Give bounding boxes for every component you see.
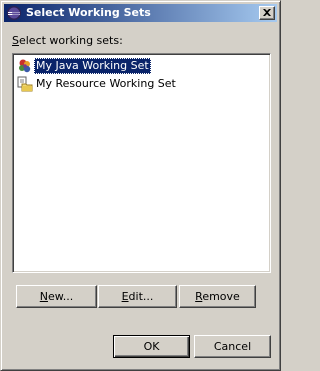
title-bar[interactable]: Select Working Sets	[4, 4, 277, 22]
new-button[interactable]: New...	[16, 285, 97, 308]
java-working-set-icon	[17, 58, 33, 74]
resource-working-set-icon	[17, 76, 33, 92]
ok-button[interactable]: OK	[113, 335, 190, 358]
window-title: Select Working Sets	[26, 6, 151, 19]
select-working-sets-dialog: Select Working Sets Select working sets:	[0, 0, 281, 371]
working-sets-label: Select working sets:	[12, 34, 123, 47]
cancel-button[interactable]: Cancel	[194, 335, 271, 358]
edit-button[interactable]: Edit...	[98, 285, 177, 308]
remove-button[interactable]: Remove	[179, 285, 256, 308]
eclipse-icon	[6, 5, 22, 21]
list-item-label: My Resource Working Set	[36, 77, 176, 90]
close-button[interactable]	[259, 6, 275, 20]
working-sets-list[interactable]: My Java Working Set My Resource Working …	[12, 53, 271, 273]
list-item-label: My Java Working Set	[34, 58, 151, 74]
